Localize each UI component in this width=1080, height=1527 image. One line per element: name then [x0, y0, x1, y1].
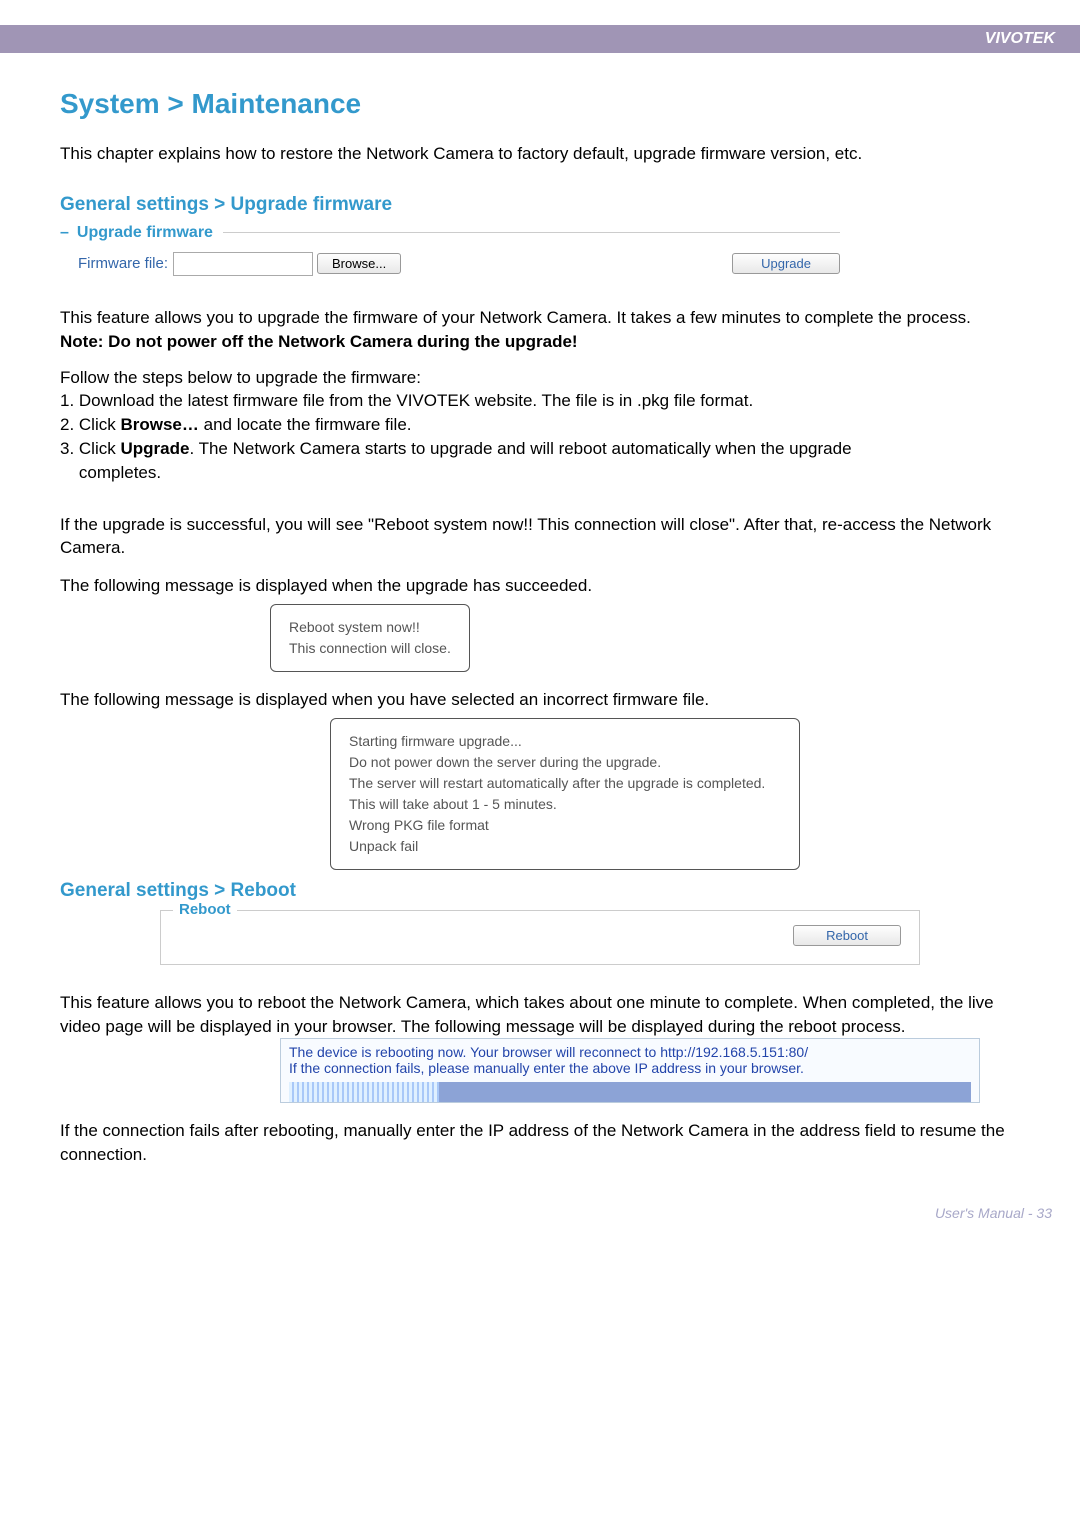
firmware-file-label: Firmware file: [78, 255, 168, 272]
firmware-file-input[interactable] [173, 252, 313, 276]
footer-text: User's Manual - 33 [935, 1205, 1052, 1221]
upgrade-button[interactable]: Upgrade [732, 253, 840, 274]
reboot-fail-text: If the connection fails after rebooting,… [60, 1119, 1020, 1167]
page-title: System > Maintenance [60, 88, 1020, 120]
steps-intro: Follow the steps below to upgrade the fi… [60, 366, 1020, 390]
content-area: System > Maintenance This chapter explai… [0, 53, 1080, 1187]
reboot-legend: Reboot [173, 901, 237, 918]
divider-line [223, 232, 840, 233]
upgrade-legend: Upgrade firmware [77, 224, 213, 242]
progress-bar [289, 1082, 971, 1102]
upgrade-description: This feature allows you to upgrade the f… [60, 306, 1020, 330]
upgrade-note: Note: Do not power off the Network Camer… [60, 332, 1020, 352]
browse-button[interactable]: Browse... [317, 253, 401, 274]
intro-text: This chapter explains how to restore the… [60, 142, 1020, 166]
collapse-icon[interactable]: – [60, 224, 69, 242]
fail-message-box: Starting firmware upgrade... Do not powe… [330, 718, 800, 870]
brand-label: VIVOTEK [985, 30, 1055, 48]
reboot-section-title: General settings > Reboot [60, 880, 1020, 902]
rebooting-line1: The device is rebooting now. Your browse… [289, 1044, 971, 1060]
upgrade-section-title: General settings > Upgrade firmware [60, 194, 1020, 216]
step-1: 1. Download the latest firmware file fro… [60, 389, 1020, 413]
success-msg-intro: The following message is displayed when … [60, 574, 1020, 598]
reboot-button[interactable]: Reboot [793, 925, 901, 946]
upgrade-fieldset: – Upgrade firmware Firmware file: Browse… [60, 224, 1020, 276]
reboot-fieldset: Reboot Reboot [160, 910, 920, 965]
upgrade-steps: Follow the steps below to upgrade the fi… [60, 366, 1020, 485]
success-intro: If the upgrade is successful, you will s… [60, 513, 1020, 561]
rebooting-message-box: The device is rebooting now. Your browse… [280, 1038, 980, 1103]
step-2: 2. Click Browse… and locate the firmware… [60, 413, 1020, 437]
reboot-description: This feature allows you to reboot the Ne… [60, 991, 1020, 1039]
step-3: 3. Click Upgrade. The Network Camera sta… [60, 437, 1020, 485]
progress-fill [289, 1082, 439, 1102]
success-message-box: Reboot system now!! This connection will… [270, 604, 470, 672]
rebooting-line2: If the connection fails, please manually… [289, 1060, 971, 1076]
fail-msg-intro: The following message is displayed when … [60, 688, 1020, 712]
header-bar: VIVOTEK [0, 25, 1080, 53]
